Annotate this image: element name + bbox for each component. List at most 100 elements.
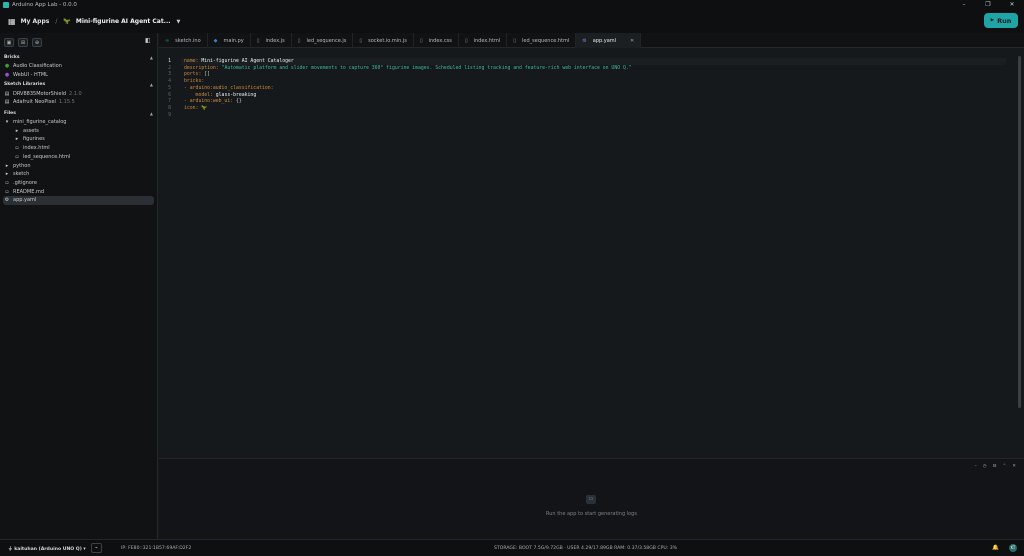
library-icon: ▤ [4,90,10,97]
tab-label: main.py [223,37,244,44]
close-panel-icon[interactable]: ✕ [1012,464,1016,469]
editor-scrollbar[interactable] [1018,56,1021,408]
line-number: 5 [168,85,171,91]
line-number: 1 [168,59,171,64]
yaml-value: glass-breaking [212,92,257,98]
file-tree-item[interactable]: ▫ README.md [0,187,157,196]
sidebar: ▣ ⊞ ⊕ ◧ Bricks ▲ ● Audio Classification ● Web… [0,33,158,539]
tab-label: sketch.ino [175,37,201,44]
close-window-button[interactable]: ✕ [1000,0,1024,10]
chevron-right-icon: ▸ [15,127,19,134]
bell-icon[interactable]: 🔔 [992,545,999,551]
sidebar-toggle-icon[interactable]: ◧ [145,37,151,44]
apps-grid-icon[interactable]: ▦ [8,17,16,26]
tab-index-js[interactable]: ▯ index.js [251,33,292,48]
tab-main-py[interactable]: ◆ main.py [208,33,251,48]
chevron-down-icon[interactable]: ▼ [177,19,181,25]
file-type-icon: ▯ [359,37,363,44]
file-type-icon: ▯ [297,37,301,44]
yaml-key: ports [184,72,199,78]
code-editor[interactable]: 1 name: Mini-figurine AI Agent Cataloger 2… [159,48,1024,458]
run-button[interactable]: ▶ Run [984,13,1018,28]
code-line: - arduino:audio_classification: [184,86,274,91]
file-plus-icon[interactable]: ⊕ [32,38,42,47]
yaml-key: bricks [184,79,202,85]
chevron-down-icon: ▾ [81,547,86,552]
file-tree-item[interactable]: ▸ sketch [0,170,157,179]
libraries-title: Sketch Libraries [4,82,46,88]
avatar[interactable]: KT [1009,544,1017,552]
tab-label: index.html [473,37,501,44]
chevron-up-icon[interactable]: ▲ [150,55,153,60]
tab-label: index.js [265,37,285,44]
minimize-button[interactable]: – [952,0,976,10]
top-bar: ▦ My Apps / 🦖 Mini-figurine AI Agent Cat… [0,10,1024,33]
tab-led-sequence-html[interactable]: ▯ led_sequence.html [507,33,577,48]
file-tree-item[interactable]: ▸ figurines [0,135,157,144]
minimize-panel-icon[interactable]: – [974,464,976,469]
brick-item[interactable]: ● WebUI - HTML [0,71,157,80]
chevron-up-icon[interactable]: ▲ [150,111,153,116]
split-icon[interactable]: ⊟ [993,464,997,469]
library-version: 1.15.5 [58,99,75,106]
close-tab-icon[interactable]: ✕ [630,38,634,44]
line-number: 7 [168,99,171,105]
line-number: 6 [168,92,171,98]
tab-index-html[interactable]: ▯ index.html [459,33,508,48]
expand-icon[interactable]: ⌃ [1002,464,1006,469]
current-line-highlight [181,58,1006,65]
line-number: 8 [168,105,171,111]
yaml-value: Mini-figurine AI Agent Cataloger [198,59,294,64]
yaml-value: 🦖 [198,105,208,111]
yaml-key: - arduino:audio_classification [184,85,271,91]
brick-label: Audio Classification [13,63,62,70]
file-label: index.html [23,145,50,152]
file-icon: ▫ [15,153,19,160]
file-label: figurines [23,136,45,143]
file-label: README.md [13,188,45,195]
folder-icon[interactable]: ▣ [4,38,14,47]
file-tree-item[interactable]: ▸ python [0,161,157,170]
history-icon[interactable]: ◷ [983,464,987,469]
file-type-icon: ∞ [165,37,170,44]
files-section-header[interactable]: Files ▲ [0,108,157,118]
my-apps-link[interactable]: My Apps [21,18,50,25]
file-tree-item[interactable]: ▫ index.html [0,144,157,153]
tab-label: app.yaml [592,37,617,44]
chevron-up-icon[interactable]: ▲ [150,82,153,87]
line-number: 3 [168,72,171,78]
terminal-button[interactable]: ⌁ [91,543,102,553]
file-tree-item[interactable]: ▫ led_sequence.html [0,153,157,162]
line-number: 2 [168,65,171,71]
libraries-section-header[interactable]: Sketch Libraries ▲ [0,79,157,89]
app-name[interactable]: Mini-figurine AI Agent Cat... [76,18,171,25]
code-line: name: Mini-figurine AI Agent Cataloger [184,59,294,64]
chevron-right-icon: ▸ [5,171,9,178]
brick-item[interactable]: ● Audio Classification [0,62,157,71]
file-tree-item[interactable]: ▫ .gitignore [0,179,157,188]
folder-plus-icon[interactable]: ⊞ [18,38,28,47]
tab-label: index.css [428,37,452,44]
library-label: Adafruit NeoPixel [13,99,56,106]
tab-index-css[interactable]: ▯ index.css [414,33,459,48]
maximize-button[interactable]: ❐ [976,0,1000,10]
play-icon: ▶ [990,18,995,23]
system-stats: STORAGE: BOOT 7.5G/9.72GB · USER 4.29/17… [494,546,678,551]
tab-app-yaml[interactable]: ⚙ app.yaml ✕ [576,33,642,48]
tab-led-sequence-js[interactable]: ▯ led_sequence.js [292,33,354,48]
files-title: Files [4,110,16,116]
brick-label: WebUI - HTML [13,72,48,79]
board-name: kaituhan (Arduino UNO Q) [14,547,82,552]
yaml-value: {} [233,99,242,105]
file-tree-item[interactable]: ⚙ app.yaml [3,195,154,205]
library-item[interactable]: ▤ Adafruit NeoPixel 1.15.5 [0,98,157,107]
file-icon: ▫ [15,145,19,152]
file-type-icon: ⚙ [582,37,587,44]
file-tree-item[interactable]: ▾ mini_figurine_catalog [0,118,157,127]
library-item[interactable]: ▤ DRV8835MotorShield 2.1.0 [0,89,157,98]
board-selector[interactable]: ⏚ kaituhan (Arduino UNO Q) ▾ [8,546,86,552]
file-tree-item[interactable]: ▸ assets [0,126,157,135]
tab-socket-io-min-js[interactable]: ▯ socket.io.min.js [353,33,414,48]
tab-sketch-ino[interactable]: ∞ sketch.ino [159,33,208,48]
bricks-section-header[interactable]: Bricks ▲ [0,52,157,62]
